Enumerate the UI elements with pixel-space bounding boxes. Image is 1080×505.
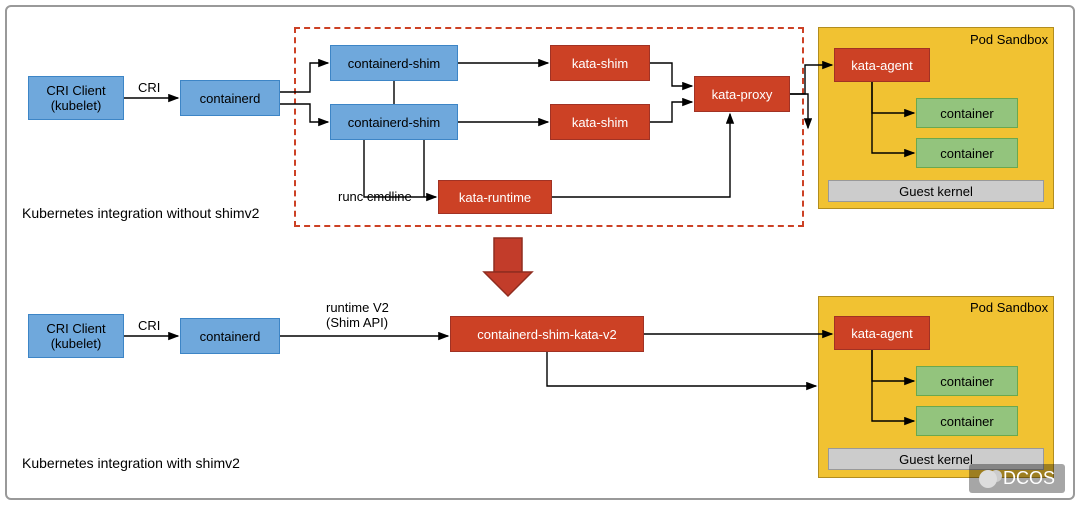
pod-sandbox-title-bottom: Pod Sandbox bbox=[970, 300, 1048, 315]
containerd-shim-1: containerd-shim bbox=[330, 45, 458, 81]
runtime-v2-label: runtime V2 (Shim API) bbox=[326, 300, 389, 330]
caption-with-shimv2: Kubernetes integration with shimv2 bbox=[22, 455, 240, 471]
watermark-icon bbox=[979, 470, 997, 488]
container-top-1: container bbox=[916, 98, 1018, 128]
kata-shim-1: kata-shim bbox=[550, 45, 650, 81]
guest-kernel-top: Guest kernel bbox=[828, 180, 1044, 202]
watermark-text: DCOS bbox=[1003, 468, 1055, 489]
kata-shim-2: kata-shim bbox=[550, 104, 650, 140]
cri-client-box-top: CRI Client (kubelet) bbox=[28, 76, 124, 120]
kata-runtime: kata-runtime bbox=[438, 180, 552, 214]
kata-agent-top: kata-agent bbox=[834, 48, 930, 82]
caption-without-shimv2: Kubernetes integration without shimv2 bbox=[22, 205, 259, 221]
cri-label-bottom: CRI bbox=[138, 318, 160, 333]
cri-label-top: CRI bbox=[138, 80, 160, 95]
containerd-shim-kata-v2: containerd-shim-kata-v2 bbox=[450, 316, 644, 352]
runc-cmdline-label: runc cmdline bbox=[338, 189, 412, 204]
container-bottom-2: container bbox=[916, 406, 1018, 436]
watermark-dcos: DCOS bbox=[969, 464, 1065, 493]
containerd-box-top: containerd bbox=[180, 80, 280, 116]
pod-sandbox-title-top: Pod Sandbox bbox=[970, 32, 1048, 47]
kata-agent-bottom: kata-agent bbox=[834, 316, 930, 350]
containerd-shim-2: containerd-shim bbox=[330, 104, 458, 140]
container-top-2: container bbox=[916, 138, 1018, 168]
containerd-box-bottom: containerd bbox=[180, 318, 280, 354]
kata-proxy: kata-proxy bbox=[694, 76, 790, 112]
container-bottom-1: container bbox=[916, 366, 1018, 396]
cri-client-box-bottom: CRI Client (kubelet) bbox=[28, 314, 124, 358]
